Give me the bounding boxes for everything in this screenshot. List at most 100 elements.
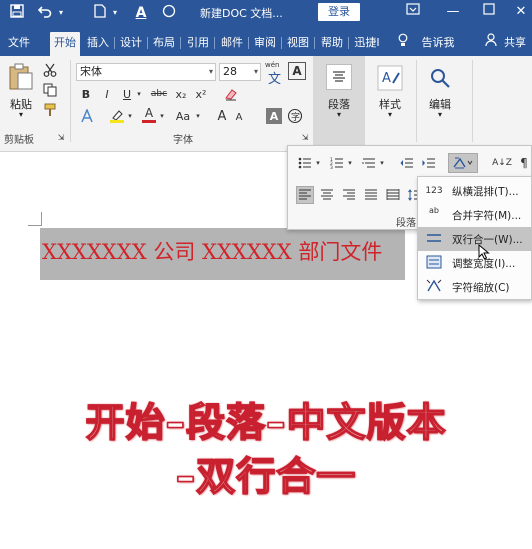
clear-formatting-icon[interactable] xyxy=(222,86,240,102)
tab-references[interactable]: 引用 xyxy=(184,33,212,53)
cut-icon[interactable] xyxy=(42,62,58,78)
paragraph-dropdown-icon[interactable]: ▾ xyxy=(316,110,362,119)
paragraph-icon[interactable] xyxy=(326,64,352,90)
tab-insert[interactable]: 插入 xyxy=(84,33,112,53)
clipboard-launcher-icon[interactable]: ⇲ xyxy=(56,132,66,142)
sort-icon[interactable]: A↓Z xyxy=(492,154,512,172)
increase-indent-icon[interactable] xyxy=(420,154,438,172)
character-border-button[interactable]: A xyxy=(288,62,306,80)
font-color-letter: A xyxy=(144,106,154,120)
italic-button[interactable]: I xyxy=(99,86,115,102)
maximize-icon[interactable] xyxy=(478,3,500,21)
phonetic-guide-icon[interactable]: wén 文 xyxy=(264,61,284,87)
paste-dropdown-icon[interactable]: ▾ xyxy=(10,110,32,119)
align-right-icon[interactable] xyxy=(340,186,358,204)
login-button[interactable]: 登录 xyxy=(318,3,360,21)
change-case-dropdown-icon[interactable]: ▾ xyxy=(194,108,202,124)
font-color-dropdown-icon[interactable]: ▾ xyxy=(158,108,166,124)
minimize-icon[interactable]: — xyxy=(442,3,464,21)
character-scaling-icon xyxy=(425,279,443,295)
paste-icon[interactable] xyxy=(6,62,36,92)
distributed-icon[interactable] xyxy=(384,186,402,204)
document-dropdown-icon[interactable]: ▾ xyxy=(110,4,120,22)
document-title: 新建DOC 文档... xyxy=(200,7,283,20)
format-painter-icon[interactable] xyxy=(42,102,58,118)
undo-icon[interactable] xyxy=(36,4,54,22)
highlight-dropdown-icon[interactable]: ▾ xyxy=(126,108,134,124)
save-icon[interactable] xyxy=(8,4,26,22)
close-icon[interactable]: ✕ xyxy=(510,3,532,21)
styles-icon[interactable]: A xyxy=(376,64,404,92)
font-name-value: 宋体 xyxy=(80,65,102,78)
tab-mailings[interactable]: 邮件 xyxy=(218,33,246,53)
justify-icon[interactable] xyxy=(362,186,380,204)
menu-item-horizontal-in-vertical[interactable]: 123 纵横混排(T)... xyxy=(418,179,532,203)
underline-button[interactable]: U xyxy=(119,86,135,102)
tutorial-caption-line-1: 开始–段落–中文版本 xyxy=(85,400,447,447)
enclose-characters-icon[interactable]: 字 xyxy=(286,108,304,124)
tab-separator xyxy=(147,37,148,49)
underline-dropdown-icon[interactable]: ▾ xyxy=(135,86,143,102)
shrink-font-button[interactable]: A xyxy=(232,110,246,124)
find-icon[interactable] xyxy=(426,64,454,92)
menu-item-combine-characters[interactable]: ab 合并字符(M)... xyxy=(418,203,532,227)
font-size-box[interactable]: 28 ▾ xyxy=(219,63,261,81)
font-color-icon[interactable]: A xyxy=(132,4,150,22)
font-size-dropdown-icon[interactable]: ▾ xyxy=(254,64,258,80)
svg-text:字: 字 xyxy=(291,111,300,123)
bullets-dropdown-icon[interactable]: ▾ xyxy=(314,154,322,172)
tab-file[interactable]: 文件 xyxy=(6,33,32,53)
numbering-icon[interactable]: 123 xyxy=(328,154,346,172)
character-shading-button[interactable]: A xyxy=(266,108,282,124)
font-color-button[interactable]: A xyxy=(140,106,158,124)
tab-design[interactable]: 设计 xyxy=(117,33,145,53)
margin-corner-mark xyxy=(28,212,42,226)
undo-dropdown-icon[interactable]: ▾ xyxy=(56,4,66,22)
bullets-icon[interactable] xyxy=(296,154,314,172)
font-launcher-icon[interactable]: ⇲ xyxy=(300,132,310,142)
tab-review[interactable]: 审阅 xyxy=(251,33,279,53)
superscript-button[interactable]: x² xyxy=(193,86,209,102)
multilevel-list-icon[interactable] xyxy=(360,154,378,172)
tab-xunjie[interactable]: 迅捷I xyxy=(352,33,382,53)
asian-layout-button[interactable] xyxy=(448,153,478,173)
menu-item-character-scaling[interactable]: 字符缩放(C) xyxy=(418,275,532,299)
menu-item-two-lines-in-one[interactable]: 双行合一(W)... xyxy=(418,227,532,251)
circle-icon[interactable] xyxy=(160,4,178,22)
grow-font-button[interactable]: A xyxy=(214,108,230,124)
clipboard-group-label: 剪贴板 xyxy=(4,135,34,146)
decrease-indent-icon[interactable] xyxy=(398,154,416,172)
tab-help[interactable]: 帮助 xyxy=(318,33,346,53)
align-center-icon[interactable] xyxy=(318,186,336,204)
strikethrough-button[interactable]: abc xyxy=(148,86,170,102)
tell-me-box[interactable]: 告诉我 xyxy=(418,33,458,53)
copy-icon[interactable] xyxy=(42,82,58,98)
show-marks-icon[interactable]: ¶ xyxy=(518,154,530,172)
styles-dropdown-icon[interactable]: ▾ xyxy=(370,110,410,119)
lightbulb-icon[interactable] xyxy=(396,33,410,53)
tab-view[interactable]: 视图 xyxy=(284,33,312,53)
document-icon[interactable] xyxy=(92,4,108,22)
font-size-value: 28 xyxy=(223,65,237,78)
combine-characters-icon: ab xyxy=(429,206,439,215)
ribbon-display-icon[interactable] xyxy=(402,3,424,21)
change-case-button[interactable]: Aa xyxy=(172,108,194,124)
horizontal-in-vertical-icon: 123 xyxy=(425,186,443,196)
text-effects-icon[interactable] xyxy=(80,108,94,124)
selected-document-text[interactable]: XXXXXXX 公司 XXXXXX 部门文件 xyxy=(42,236,382,266)
editing-dropdown-icon[interactable]: ▾ xyxy=(420,110,460,119)
share-button[interactable]: 共享 xyxy=(500,33,530,53)
multilevel-dropdown-icon[interactable]: ▾ xyxy=(378,154,386,172)
font-name-dropdown-icon[interactable]: ▾ xyxy=(209,64,213,80)
tab-home[interactable]: 开始 xyxy=(50,32,80,56)
svg-text:3: 3 xyxy=(330,165,333,169)
subscript-button[interactable]: x₂ xyxy=(173,86,189,102)
font-name-box[interactable]: 宋体 ▾ xyxy=(76,63,216,81)
share-person-icon[interactable] xyxy=(484,33,498,53)
bold-button[interactable]: B xyxy=(78,86,94,102)
tab-layout[interactable]: 布局 xyxy=(150,33,178,53)
numbering-dropdown-icon[interactable]: ▾ xyxy=(346,154,354,172)
align-left-icon[interactable] xyxy=(296,186,314,204)
highlight-color-icon[interactable] xyxy=(108,108,126,124)
menu-item-fit-text[interactable]: 调整宽度(I)... xyxy=(418,251,532,275)
